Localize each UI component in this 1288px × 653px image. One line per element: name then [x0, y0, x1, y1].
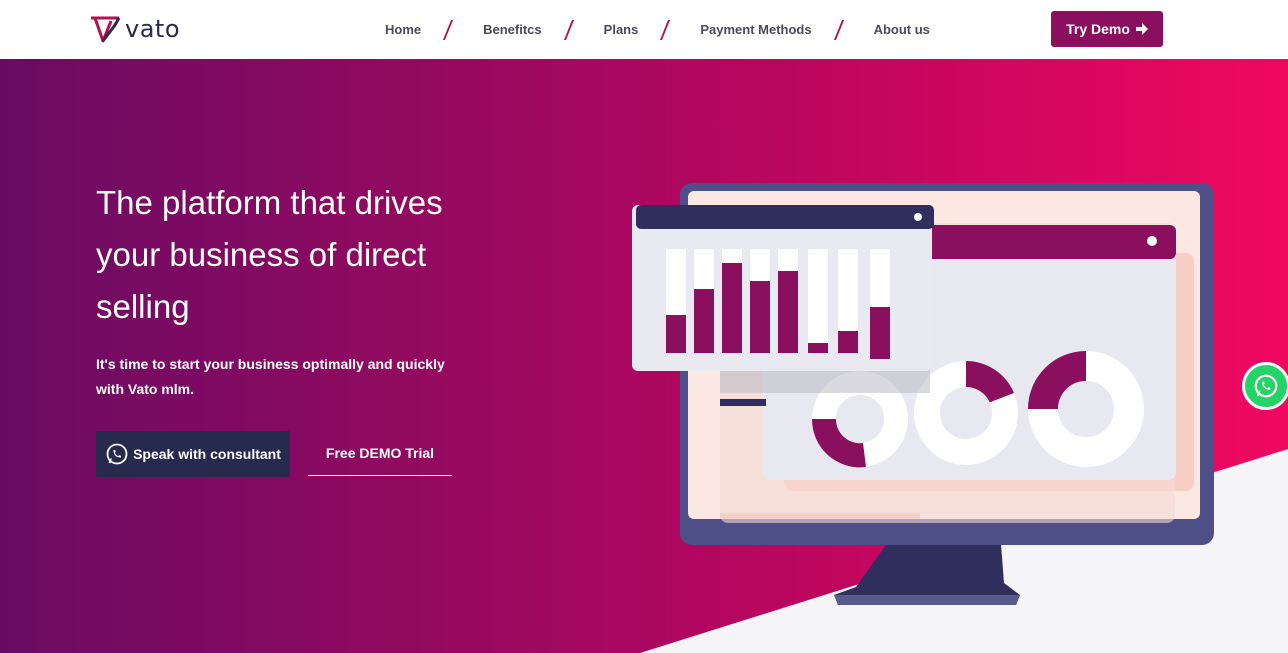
- floating-whatsapp-button[interactable]: [1242, 362, 1288, 410]
- free-demo-trial-button[interactable]: Free DEMO Trial: [308, 431, 452, 476]
- nav-payment-methods[interactable]: Payment Methods: [700, 22, 811, 37]
- hero-subtitle-line: It's time to start your business optimal…: [96, 356, 445, 372]
- arrow-right-icon: [1135, 23, 1148, 35]
- hero-section: The platform that drives your business o…: [0, 59, 1288, 653]
- nav-separator: [660, 19, 671, 40]
- nav-separator: [833, 19, 844, 40]
- hero-title-line: The platform that drives: [96, 184, 443, 221]
- speak-with-consultant-label: Speak with consultant: [133, 446, 281, 462]
- hero-subtitle-line: with Vato mlm.: [96, 381, 195, 397]
- site-header: vato Home Benefitcs Plans Payment Method…: [0, 0, 1288, 59]
- nav-separator: [443, 19, 454, 40]
- hero-title: The platform that drives your business o…: [96, 177, 516, 333]
- nav-home[interactable]: Home: [385, 22, 421, 37]
- logo-text: vato: [125, 15, 181, 43]
- dashboard-illustration: [632, 183, 1214, 605]
- whatsapp-icon: [106, 443, 128, 465]
- nav-about-us[interactable]: About us: [874, 22, 930, 37]
- try-demo-button[interactable]: Try Demo: [1051, 11, 1163, 47]
- whatsapp-icon: [1254, 374, 1278, 398]
- hero-title-line: selling: [96, 288, 190, 325]
- main-nav: Home Benefitcs Plans Payment Methods Abo…: [385, 0, 930, 59]
- logo[interactable]: vato: [89, 12, 180, 46]
- vato-logo-icon: [91, 16, 121, 43]
- nav-plans[interactable]: Plans: [604, 22, 639, 37]
- nav-separator: [563, 19, 574, 40]
- try-demo-label: Try Demo: [1066, 21, 1130, 37]
- hero-title-line: your business of direct: [96, 236, 427, 273]
- speak-with-consultant-button[interactable]: Speak with consultant: [96, 431, 290, 477]
- nav-benefits[interactable]: Benefitcs: [483, 22, 542, 37]
- hero-subtitle: It's time to start your business optimal…: [96, 352, 456, 402]
